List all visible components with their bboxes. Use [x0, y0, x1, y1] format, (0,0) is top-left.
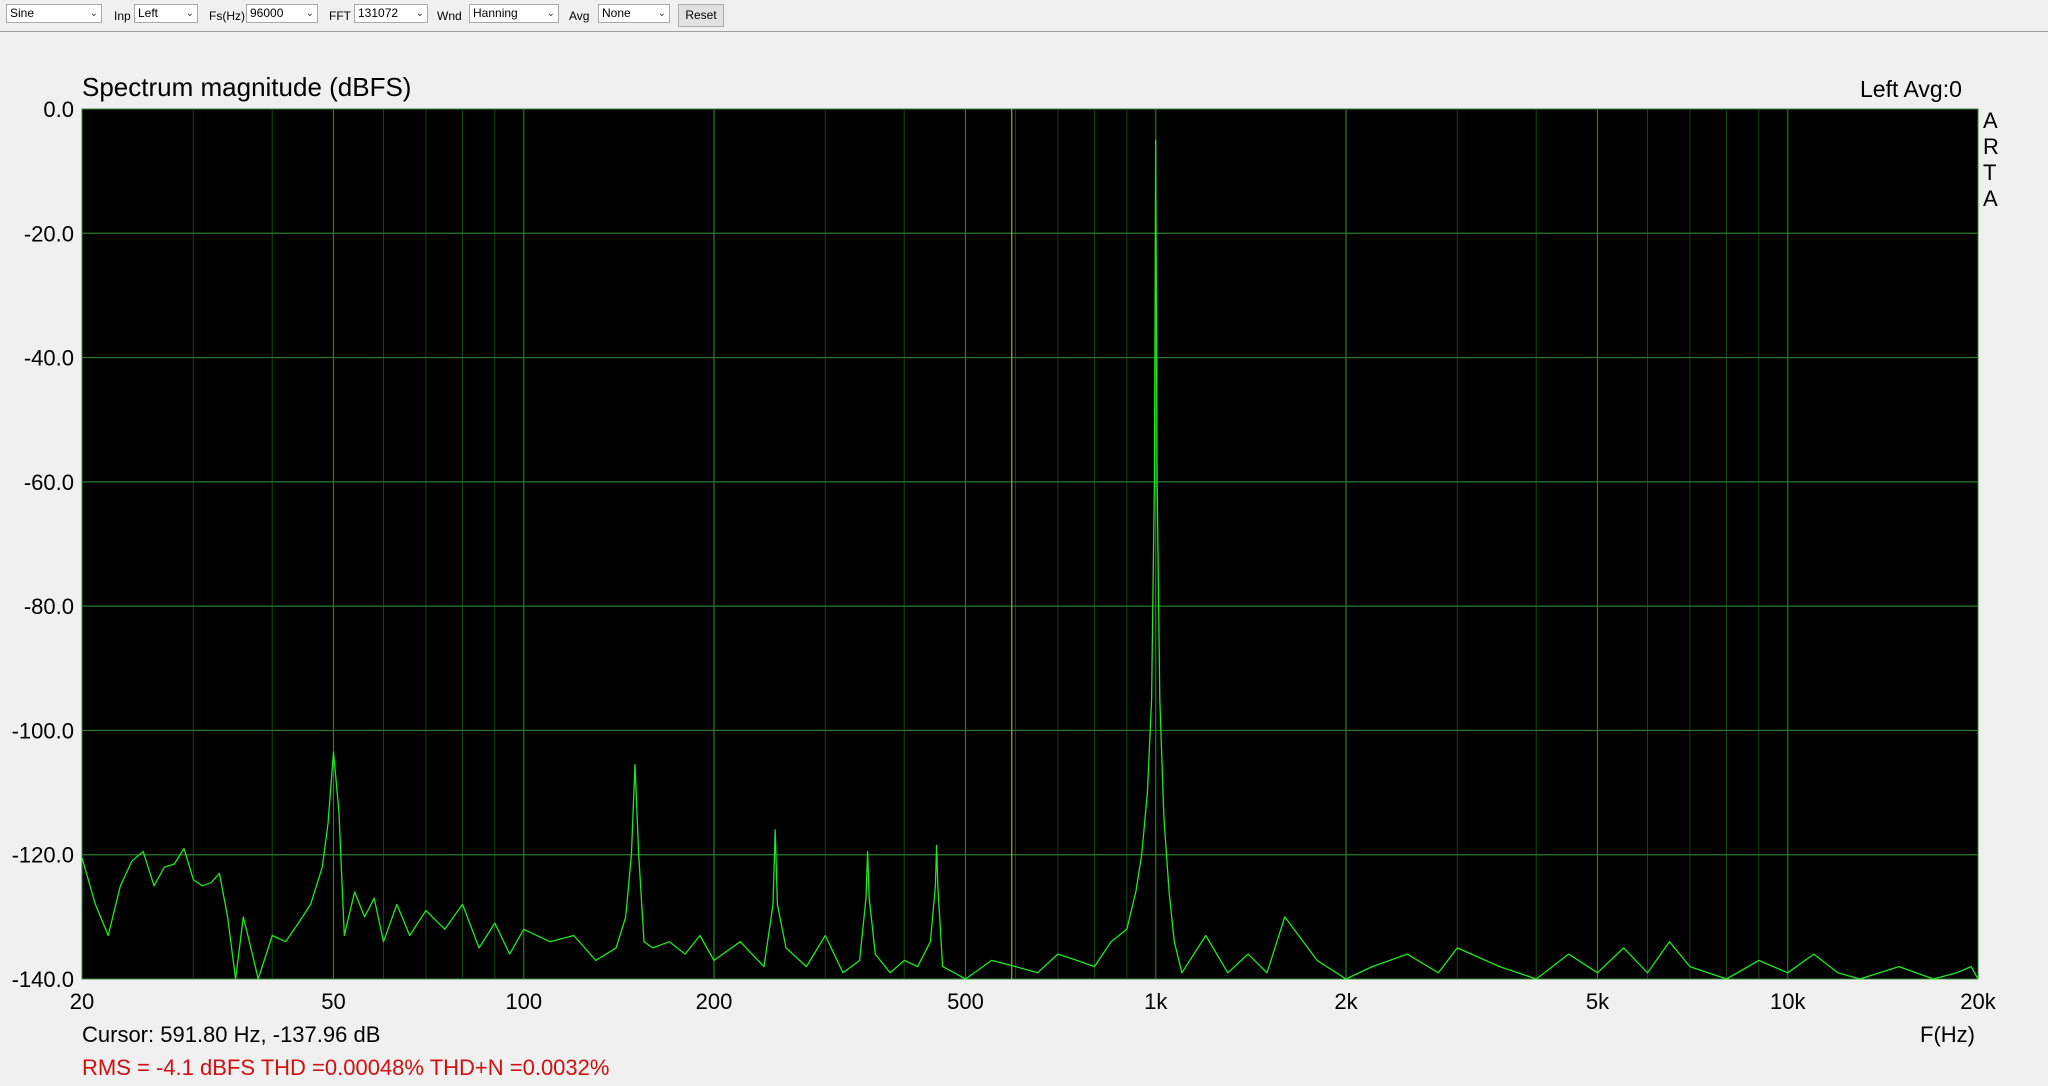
- window-label: Wnd: [437, 9, 462, 23]
- chevron-down-icon: ⌄: [305, 8, 314, 19]
- y-tick-label: -140.0: [12, 967, 74, 992]
- channel-info: Left Avg:0: [1860, 76, 1962, 102]
- window-select[interactable]: Hanning ⌄: [469, 4, 559, 23]
- generator-select-value: Sine: [10, 6, 35, 20]
- sample-rate-select-value: 96000: [250, 6, 284, 20]
- x-tick-label: 100: [505, 989, 542, 1014]
- fft-size-label: FFT: [329, 9, 351, 23]
- x-tick-label: 200: [696, 989, 733, 1014]
- x-tick-label: 5k: [1586, 989, 1610, 1014]
- input-label: Inp: [114, 9, 131, 23]
- reset-button[interactable]: Reset: [678, 4, 724, 27]
- generator-select[interactable]: Sine ⌄: [6, 4, 102, 23]
- toolbar: Sine ⌄ Inp Left ⌄ Fs(Hz) 96000 ⌄ FFT 131…: [0, 0, 2048, 32]
- chevron-down-icon: ⌄: [546, 8, 555, 19]
- spectrum-chart[interactable]: 0.0 -20.0 -40.0 -60.0 -80.0 -100.0 -120.0 -140.…: [0, 32, 2048, 1086]
- y-tick-label: 0.0: [43, 97, 74, 122]
- cursor-readout: Cursor: 591.80 Hz, -137.96 dB: [82, 1022, 381, 1047]
- input-select[interactable]: Left ⌄: [134, 4, 198, 23]
- chevron-down-icon: ⌄: [185, 8, 194, 19]
- input-select-value: Left: [138, 6, 159, 20]
- sample-rate-label: Fs(Hz): [209, 9, 245, 23]
- x-axis-label: F(Hz): [1920, 1022, 1975, 1047]
- chevron-down-icon: ⌄: [415, 8, 424, 19]
- x-tick-label: 2k: [1334, 989, 1358, 1014]
- brand-letter: R: [1983, 134, 1999, 159]
- fft-size-select-value: 131072: [358, 6, 399, 20]
- y-tick-label: -40.0: [24, 346, 74, 371]
- x-tick-label: 500: [947, 989, 984, 1014]
- x-tick-label: 20k: [1960, 989, 1996, 1014]
- window-select-value: Hanning: [473, 6, 518, 20]
- x-tick-label: 20: [70, 989, 94, 1014]
- x-tick-label: 1k: [1144, 989, 1168, 1014]
- plot-background: [81, 108, 1979, 980]
- spectrum-plot-panel: 0.0 -20.0 -40.0 -60.0 -80.0 -100.0 -120.0 -140.…: [0, 32, 2048, 1086]
- measurement-readout: RMS = -4.1 dBFS THD =0.00048% THD+N =0.0…: [82, 1055, 610, 1080]
- sample-rate-select[interactable]: 96000 ⌄: [246, 4, 318, 23]
- y-tick-label: -20.0: [24, 221, 74, 246]
- y-tick-label: -80.0: [24, 594, 74, 619]
- y-tick-label: -100.0: [12, 718, 74, 743]
- averaging-select[interactable]: None ⌄: [598, 4, 670, 23]
- chevron-down-icon: ⌄: [89, 8, 98, 19]
- x-tick-label: 10k: [1770, 989, 1806, 1014]
- y-tick-label: -60.0: [24, 470, 74, 495]
- x-tick-label: 50: [321, 989, 345, 1014]
- brand-letter: T: [1983, 160, 1997, 185]
- brand-letter: A: [1983, 186, 1998, 211]
- fft-size-select[interactable]: 131072 ⌄: [354, 4, 428, 23]
- averaging-select-value: None: [602, 6, 631, 20]
- y-tick-label: -120.0: [12, 843, 74, 868]
- chart-title: Spectrum magnitude (dBFS): [82, 72, 412, 102]
- averaging-label: Avg: [569, 9, 590, 23]
- chevron-down-icon: ⌄: [657, 8, 666, 19]
- brand-letter: A: [1983, 108, 1998, 133]
